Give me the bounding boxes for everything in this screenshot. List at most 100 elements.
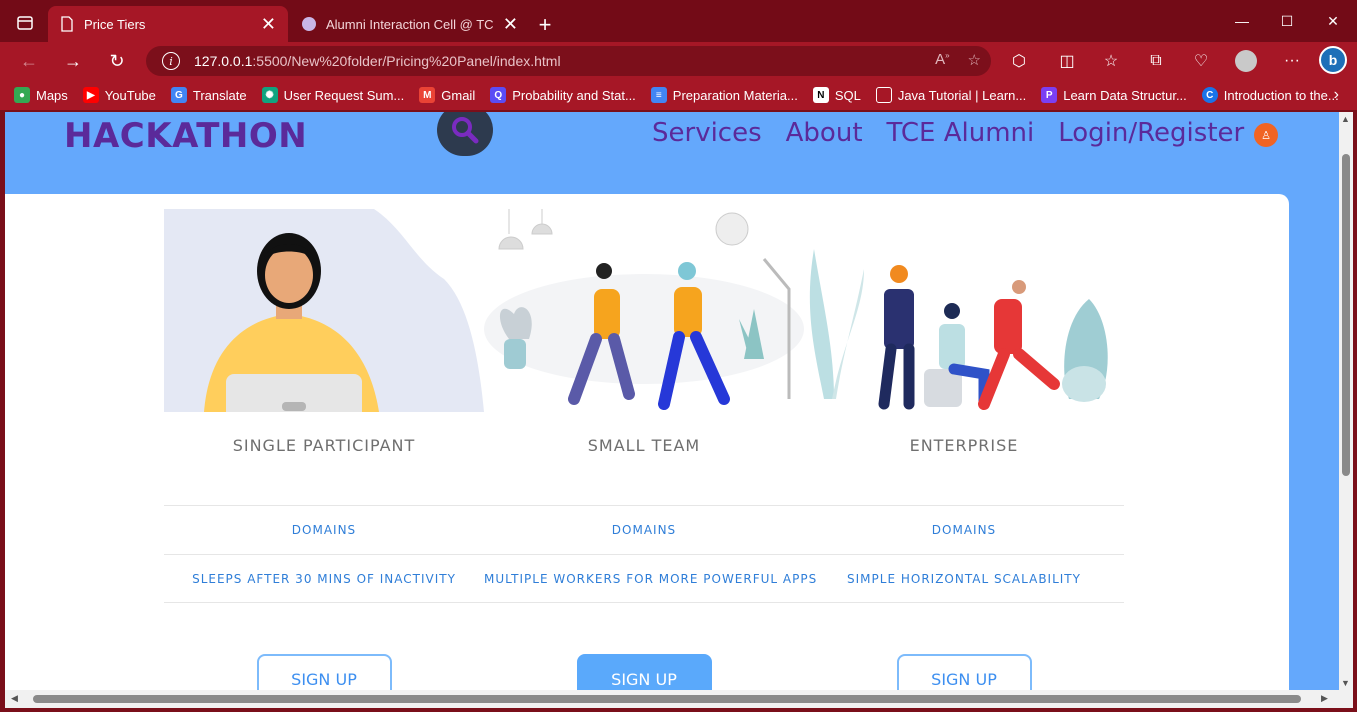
back-button[interactable]: ← xyxy=(14,47,44,75)
maps-icon: ● xyxy=(14,87,30,103)
more-options-icon[interactable]: ··· xyxy=(1279,49,1305,73)
site-info-icon[interactable]: i xyxy=(162,52,180,70)
search-button[interactable] xyxy=(437,112,493,156)
split-screen-icon[interactable]: ◫ xyxy=(1054,49,1080,73)
tier-title-small-team: SMALL TEAM xyxy=(587,436,701,455)
feature-team-capability: MULTIPLE WORKERS FOR MORE POWERFUL APPS xyxy=(484,571,818,586)
single-participant-illustration xyxy=(164,209,484,412)
bookmark-maps[interactable]: ● Maps xyxy=(14,87,68,103)
site-logo[interactable]: HACKATHON xyxy=(64,116,307,156)
pricing-panel: SINGLE PARTICIPANT SMALL TEAM ENTERPRISE… xyxy=(5,194,1289,690)
read-aloud-icon[interactable]: A» xyxy=(935,51,949,69)
feature-row-domains: DOMAINS DOMAINS DOMAINS xyxy=(164,505,1124,554)
signup-button-enterprise[interactable]: SIGN UP xyxy=(896,654,1032,690)
chevron-right-icon[interactable]: › xyxy=(1334,86,1339,104)
minimize-button[interactable]: — xyxy=(1219,6,1265,36)
feature-single-domains: DOMAINS xyxy=(291,523,357,537)
translate-icon: G xyxy=(170,87,187,103)
scroll-right-icon[interactable]: ▶ xyxy=(1321,693,1328,704)
collections-icon[interactable]: ⧉ xyxy=(1143,49,1169,73)
tab-actions-button[interactable] xyxy=(10,8,40,38)
bookmark-preparation[interactable]: ≡ Preparation Materia... xyxy=(650,87,798,103)
avatar xyxy=(1235,50,1257,72)
forward-button[interactable]: → xyxy=(58,47,88,75)
bookmark-label: Java Tutorial | Learn... xyxy=(897,87,1027,103)
profile-button[interactable] xyxy=(1233,49,1259,73)
notion-icon: N xyxy=(812,87,829,103)
vertical-scrollbar[interactable]: ▲ ▼ xyxy=(1339,112,1353,690)
favorites-icon[interactable]: ☆ xyxy=(1098,49,1124,73)
page-icon xyxy=(875,87,892,103)
feature-row-capabilities: SLEEPS AFTER 30 MINS OF INACTIVITY MULTI… xyxy=(164,554,1124,603)
nav-login-register[interactable]: Login/Register xyxy=(1058,118,1244,148)
main-nav: Services About TCE Alumni Login/Register xyxy=(652,118,1244,148)
tab-price-tiers[interactable]: Price Tiers ✕ xyxy=(48,6,288,42)
bookmark-label: Introduction to the... xyxy=(1223,87,1339,103)
bookmark-label: YouTube xyxy=(104,87,156,103)
address-path: :5500/New%20folder/Pricing%20Panel/index… xyxy=(252,53,561,69)
tier-title-single: SINGLE PARTICIPANT xyxy=(232,436,416,455)
extensions-icon[interactable]: ⬡ xyxy=(1006,49,1032,73)
bookmark-introduction[interactable]: C Introduction to the... xyxy=(1201,87,1339,103)
q-icon: Q xyxy=(490,87,507,103)
scroll-left-icon[interactable]: ◀ xyxy=(11,693,18,704)
site-header: HACKATHON Services About TCE Alumni Logi… xyxy=(5,112,1339,194)
close-window-button[interactable]: ✕ xyxy=(1310,6,1356,36)
bookmark-data-structures[interactable]: P Learn Data Structur... xyxy=(1041,87,1187,103)
tab-alumni-interaction[interactable]: Alumni Interaction Cell @ TCE | T ✕ xyxy=(290,6,530,42)
nav-about[interactable]: About xyxy=(786,118,863,148)
tier-title-enterprise: ENTERPRISE xyxy=(909,436,1019,455)
bookmark-translate[interactable]: G Translate xyxy=(170,87,247,103)
vertical-scroll-thumb[interactable] xyxy=(1342,154,1350,476)
page-viewport: HACKATHON Services About TCE Alumni Logi… xyxy=(5,112,1339,690)
close-tab-icon[interactable]: ✕ xyxy=(261,14,276,35)
c-icon: C xyxy=(1201,87,1218,103)
new-tab-button[interactable]: + xyxy=(530,10,560,40)
bookmark-label: SQL xyxy=(834,87,861,103)
browser-toolbar: ← → ↻ i 127.0.0.1:5500/New%20folder/Pric… xyxy=(0,42,1357,80)
user-icon[interactable]: ♙ xyxy=(1254,123,1278,147)
scroll-down-icon[interactable]: ▼ xyxy=(1341,678,1350,688)
refresh-button[interactable]: ↻ xyxy=(102,47,132,75)
scroll-up-icon[interactable]: ▲ xyxy=(1341,114,1350,124)
youtube-icon: ▶ xyxy=(82,87,99,103)
feature-enterprise-domains: DOMAINS xyxy=(931,523,997,537)
signup-button-small-team[interactable]: SIGN UP xyxy=(576,654,712,690)
browser-essentials-icon[interactable]: ♡ xyxy=(1188,49,1214,73)
maximize-button[interactable]: ☐ xyxy=(1264,6,1310,36)
tab-label: Price Tiers xyxy=(84,16,146,32)
nav-tce-alumni[interactable]: TCE Alumni xyxy=(887,118,1035,148)
address-host: 127.0.0.1 xyxy=(194,53,253,69)
tier-titles: SINGLE PARTICIPANT SMALL TEAM ENTERPRISE xyxy=(164,436,1124,455)
learn-icon: P xyxy=(1041,87,1058,103)
bookmark-java[interactable]: Java Tutorial | Learn... xyxy=(875,87,1027,103)
favorite-star-icon[interactable]: ☆ xyxy=(968,51,981,69)
bookmark-gmail[interactable]: M Gmail xyxy=(419,87,475,103)
copilot-button[interactable]: b xyxy=(1318,45,1348,75)
nav-services[interactable]: Services xyxy=(652,118,762,148)
signup-button-single[interactable]: SIGN UP xyxy=(256,654,392,690)
feature-team-domains: DOMAINS xyxy=(611,523,677,537)
openai-icon: ✺ xyxy=(261,87,278,103)
gmail-icon: M xyxy=(419,87,436,103)
bookmark-sql[interactable]: N SQL xyxy=(812,87,861,103)
browser-titlebar: Price Tiers ✕ Alumni Interaction Cell @ … xyxy=(0,0,1357,42)
address-bar[interactable]: i 127.0.0.1:5500/New%20folder/Pricing%20… xyxy=(146,46,991,76)
search-icon xyxy=(452,117,479,144)
tab-label: Alumni Interaction Cell @ TCE | T xyxy=(326,16,493,32)
page-icon xyxy=(61,16,73,32)
bookmark-probability[interactable]: Q Probability and Stat... xyxy=(490,87,636,103)
bookmark-youtube[interactable]: ▶ YouTube xyxy=(82,87,156,103)
bookmark-label: Learn Data Structur... xyxy=(1063,87,1187,103)
bing-icon: b xyxy=(1319,46,1347,74)
bookmark-user-request[interactable]: ✺ User Request Sum... xyxy=(261,87,404,103)
horizontal-scrollbar[interactable]: ◀ ▶ xyxy=(5,690,1353,708)
bookmark-label: Probability and Stat... xyxy=(512,87,636,103)
enterprise-illustration xyxy=(809,249,1108,410)
bookmark-label: Translate xyxy=(192,87,247,103)
close-tab-icon[interactable]: ✕ xyxy=(503,14,518,35)
signup-row: SIGN UP SIGN UP SIGN UP xyxy=(164,654,1124,690)
horizontal-scroll-thumb[interactable] xyxy=(33,695,1301,703)
tab-actions-icon xyxy=(17,16,33,30)
bookmarks-bar: ● Maps ▶ YouTube G Translate ✺ User Request … xyxy=(0,80,1357,110)
